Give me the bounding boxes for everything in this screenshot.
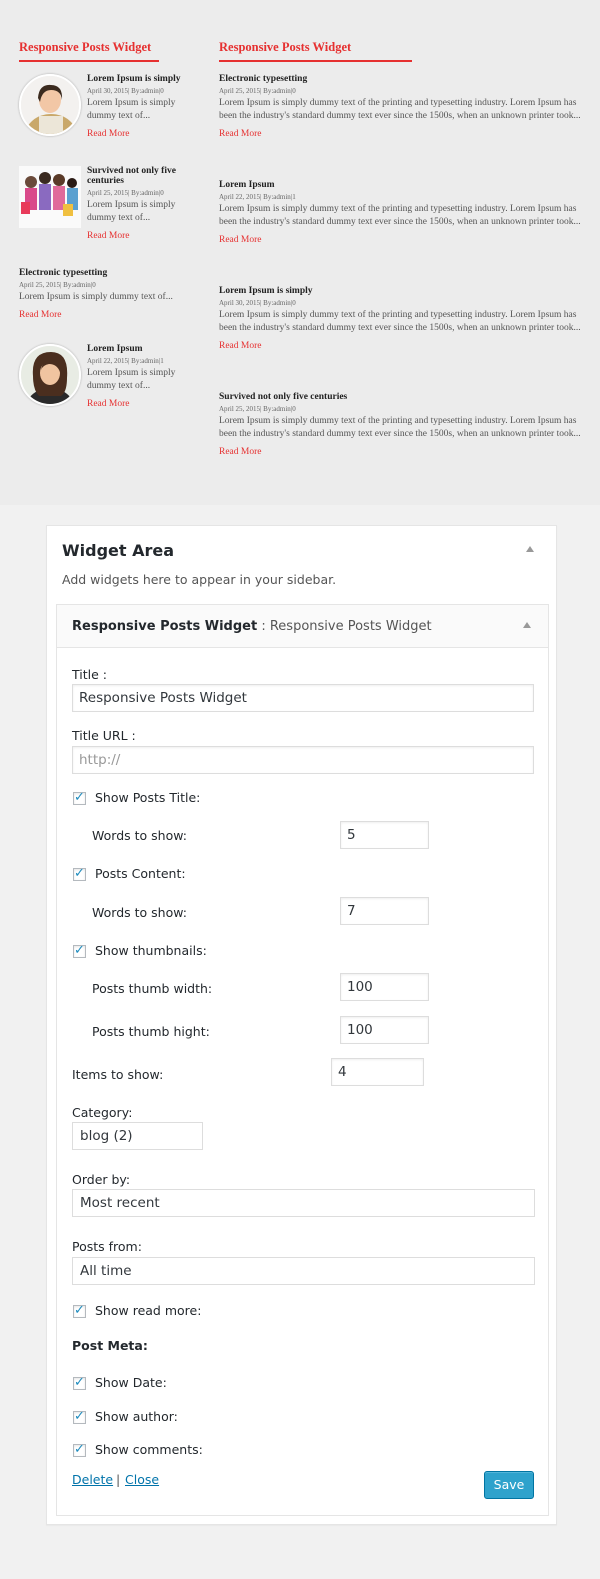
order-by-label: Order by: <box>72 1172 131 1187</box>
title-url-input[interactable] <box>72 746 534 774</box>
show-comments-checkbox[interactable] <box>73 1442 86 1457</box>
read-more-link[interactable]: Read More <box>219 340 591 352</box>
widget-toggle-arrow-icon[interactable] <box>523 622 531 628</box>
thumb-height-label: Posts thumb hight: <box>92 1024 210 1039</box>
post-excerpt: Lorem Ipsum is simply dummy text of the … <box>219 310 581 333</box>
woman-portrait-thumbnail[interactable] <box>19 74 81 136</box>
footer-divider: | <box>116 1472 121 1487</box>
thumb-width-input[interactable] <box>340 973 429 1001</box>
preview-right-title: Responsive Posts Widget <box>219 40 412 62</box>
list-item: Survived not only five centuries April 2… <box>219 392 591 458</box>
show-date-label: Show Date: <box>95 1375 167 1390</box>
posts-content-checkbox[interactable] <box>73 866 86 881</box>
title-input[interactable] <box>72 684 534 712</box>
post-text: Survived not only five centuries April 2… <box>87 166 199 242</box>
content-words-input[interactable] <box>340 897 429 925</box>
read-more-link[interactable]: Read More <box>87 398 199 410</box>
post-meta: April 22, 2015| By:admin|1 <box>219 193 296 201</box>
widget-header-title: Responsive Posts Widget : Responsive Pos… <box>72 619 432 634</box>
widget-area-title[interactable]: Widget Area <box>62 541 174 560</box>
post-title[interactable]: Lorem Ipsum <box>87 344 199 354</box>
post-title[interactable]: Survived not only five centuries <box>87 166 199 186</box>
collapse-arrow-icon[interactable] <box>526 546 534 552</box>
read-more-link[interactable]: Read More <box>87 230 199 242</box>
post-text: Lorem Ipsum is simply April 30, 2015| By… <box>87 74 199 140</box>
items-to-show-input[interactable] <box>331 1058 424 1086</box>
post-meta: April 30, 2015| By:admin|0 <box>219 299 296 307</box>
widget-instance-title: Responsive Posts Widget <box>269 619 432 634</box>
preview-left-title: Responsive Posts Widget <box>19 40 159 62</box>
read-more-link[interactable]: Read More <box>19 309 199 321</box>
show-posts-title-checkbox[interactable] <box>73 790 86 805</box>
widget-header[interactable]: Responsive Posts Widget : Responsive Pos… <box>57 605 548 648</box>
widget-area-description: Add widgets here to appear in your sideb… <box>62 572 337 587</box>
category-select[interactable]: blog (2) <box>72 1122 203 1150</box>
post-text: Lorem Ipsum April 22, 2015| By:admin|1 L… <box>87 344 199 410</box>
show-comments-label: Show comments: <box>95 1442 203 1457</box>
widget-preview: Responsive Posts Widget Lorem Ipsum is s… <box>0 0 600 505</box>
post-excerpt: Lorem Ipsum is simply dummy text of the … <box>219 416 581 439</box>
show-read-more-checkbox[interactable] <box>73 1303 86 1318</box>
thumb-height-input[interactable] <box>340 1016 429 1044</box>
post-meta: April 25, 2015| By:admin|0 <box>219 405 296 413</box>
show-author-checkbox[interactable] <box>73 1409 86 1424</box>
posts-content-label: Posts Content: <box>95 866 186 881</box>
post-excerpt: Lorem Ipsum is simply dummy text of the … <box>219 204 581 227</box>
content-words-label: Words to show: <box>92 905 187 920</box>
list-item: Electronic typesetting April 25, 2015| B… <box>219 74 591 140</box>
read-more-link[interactable]: Read More <box>219 128 591 140</box>
read-more-link[interactable]: Read More <box>219 234 591 246</box>
title-label: Title : <box>72 667 107 682</box>
order-by-select[interactable]: Most recent <box>72 1189 535 1217</box>
thumb-width-label: Posts thumb width: <box>92 981 213 996</box>
post-text: Electronic typesetting April 25, 2015| B… <box>19 268 199 321</box>
read-more-link[interactable]: Read More <box>219 446 591 458</box>
close-link[interactable]: Close <box>125 1472 159 1487</box>
post-title[interactable]: Lorem Ipsum is simply <box>87 74 199 84</box>
delete-link[interactable]: Delete <box>72 1472 113 1487</box>
post-meta: April 30, 2015| By:admin|0 <box>87 87 164 95</box>
post-title[interactable]: Survived not only five centuries <box>219 392 591 402</box>
responsive-posts-widget: Responsive Posts Widget : Responsive Pos… <box>56 604 549 1516</box>
post-title[interactable]: Lorem Ipsum <box>219 180 591 190</box>
post-title[interactable]: Electronic typesetting <box>219 74 591 84</box>
list-item: Lorem Ipsum April 22, 2015| By:admin|1 L… <box>219 180 591 246</box>
posts-from-label: Posts from: <box>72 1239 142 1254</box>
category-label: Category: <box>72 1105 133 1120</box>
post-meta: April 25, 2015| By:admin|0 <box>19 281 96 289</box>
list-item: Lorem Ipsum is simply April 30, 2015| By… <box>219 286 591 352</box>
show-thumbnails-checkbox[interactable] <box>73 943 86 958</box>
brunette-portrait-thumbnail[interactable] <box>19 344 81 406</box>
widget-title-separator: : <box>261 619 266 634</box>
post-excerpt: Lorem Ipsum is simply dummy text of... <box>87 200 176 223</box>
post-title[interactable]: Lorem Ipsum is simply <box>219 286 591 296</box>
post-excerpt: Lorem Ipsum is simply dummy text of... <box>87 368 176 391</box>
post-excerpt: Lorem Ipsum is simply dummy text of the … <box>219 98 581 121</box>
post-title[interactable]: Electronic typesetting <box>19 268 199 278</box>
post-meta: April 22, 2015| By:admin|1 <box>87 357 164 365</box>
show-thumbnails-label: Show thumbnails: <box>95 943 207 958</box>
posts-from-select[interactable]: All time <box>72 1257 535 1285</box>
title-words-input[interactable] <box>340 821 429 849</box>
show-read-more-label: Show read more: <box>95 1303 202 1318</box>
post-excerpt: Lorem Ipsum is simply dummy text of... <box>19 292 173 302</box>
preview-left-column: Responsive Posts Widget Lorem Ipsum is s… <box>19 38 199 409</box>
shopping-girls-thumbnail[interactable] <box>19 166 81 228</box>
title-url-label: Title URL : <box>72 728 136 743</box>
widget-name: Responsive Posts Widget <box>72 619 258 634</box>
post-meta: April 25, 2015| By:admin|0 <box>219 87 296 95</box>
title-words-label: Words to show: <box>92 828 187 843</box>
widget-area-panel: Widget Area Add widgets here to appear i… <box>46 525 557 1525</box>
save-button[interactable]: Save <box>484 1471 534 1499</box>
post-meta-heading: Post Meta: <box>72 1338 148 1353</box>
show-date-checkbox[interactable] <box>73 1375 86 1390</box>
post-excerpt: Lorem Ipsum is simply dummy text of... <box>87 98 176 121</box>
preview-right-column: Responsive Posts Widget Electronic types… <box>219 38 591 457</box>
items-to-show-label: Items to show: <box>72 1067 164 1082</box>
post-meta: April 25, 2015| By:admin|0 <box>87 189 164 197</box>
show-posts-title-label: Show Posts Title: <box>95 790 201 805</box>
read-more-link[interactable]: Read More <box>87 128 199 140</box>
show-author-label: Show author: <box>95 1409 178 1424</box>
